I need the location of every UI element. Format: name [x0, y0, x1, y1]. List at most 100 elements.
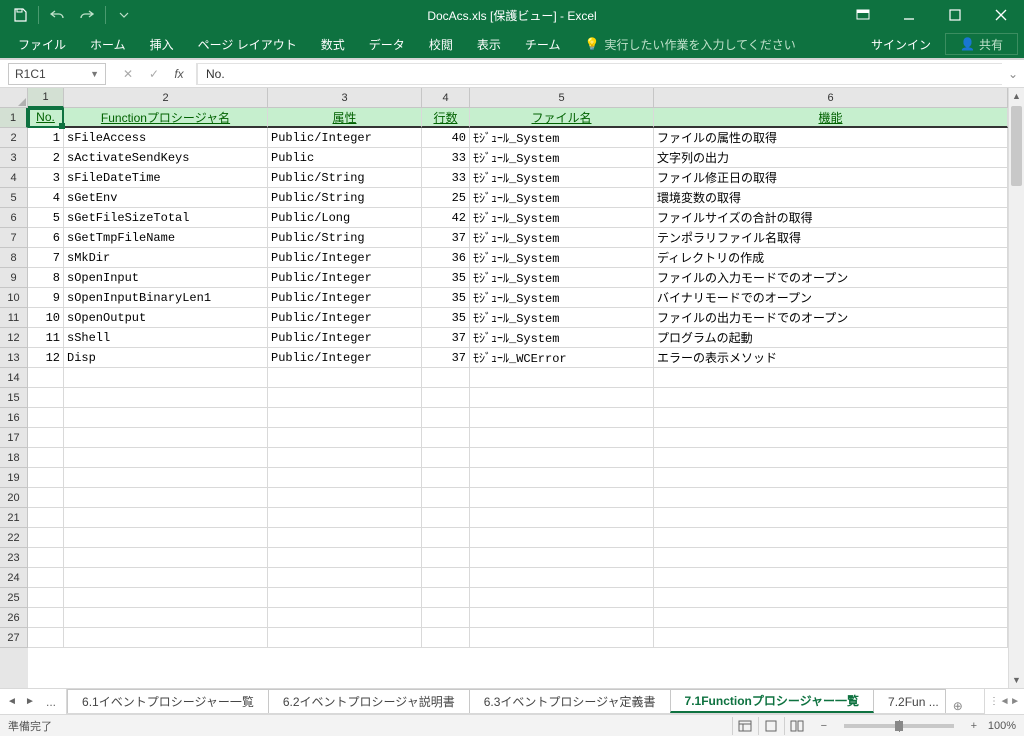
cell[interactable] [654, 488, 1008, 508]
row-header[interactable]: 10 [0, 288, 28, 308]
cell[interactable] [422, 428, 470, 448]
cell[interactable]: ファイル名 [470, 108, 654, 128]
zoom-out-button[interactable]: − [818, 720, 830, 732]
column-header[interactable]: 3 [268, 88, 422, 108]
cell[interactable] [422, 548, 470, 568]
scroll-up-icon[interactable]: ▲ [1009, 88, 1024, 104]
cell[interactable] [64, 428, 268, 448]
view-pagelayout-icon[interactable] [758, 717, 784, 735]
sheet-tab[interactable]: 6.2イベントプロシージャ説明書 [268, 689, 470, 713]
row-header[interactable]: 17 [0, 428, 28, 448]
cell[interactable] [654, 428, 1008, 448]
cell[interactable] [422, 528, 470, 548]
cell[interactable]: Public/Integer [268, 268, 422, 288]
cell[interactable] [64, 548, 268, 568]
tell-me-input[interactable]: 💡実行したい作業を入力してください [572, 30, 807, 58]
tab-formulas[interactable]: 数式 [309, 30, 357, 58]
cell[interactable] [470, 468, 654, 488]
cell[interactable]: 35 [422, 268, 470, 288]
cell[interactable]: Public/Integer [268, 328, 422, 348]
cell[interactable]: 7 [28, 248, 64, 268]
cell[interactable]: Public/Integer [268, 288, 422, 308]
cell[interactable] [470, 508, 654, 528]
cell[interactable]: 行数 [422, 108, 470, 128]
cell[interactable] [64, 528, 268, 548]
signin-link[interactable]: サインイン [857, 30, 945, 58]
cell[interactable] [470, 588, 654, 608]
cell[interactable]: ディレクトリの作成 [654, 248, 1008, 268]
view-normal-icon[interactable] [732, 717, 758, 735]
cell[interactable] [422, 588, 470, 608]
cell[interactable] [654, 608, 1008, 628]
cell[interactable] [64, 448, 268, 468]
cell[interactable] [470, 428, 654, 448]
ribbon-display-icon[interactable] [840, 0, 886, 30]
cell[interactable] [268, 448, 422, 468]
row-header[interactable]: 25 [0, 588, 28, 608]
row-header[interactable]: 7 [0, 228, 28, 248]
cell[interactable] [64, 468, 268, 488]
sheet-tab[interactable]: 7.1Functionプロシージャー一覧 [670, 689, 875, 713]
cell[interactable]: ﾓｼﾞｭｰﾙ_System [470, 128, 654, 148]
cell[interactable] [422, 408, 470, 428]
cell[interactable] [422, 488, 470, 508]
cell[interactable] [64, 488, 268, 508]
share-button[interactable]: 👤共有 [945, 33, 1018, 55]
cell[interactable]: ファイルの出力モードでのオープン [654, 308, 1008, 328]
row-header[interactable]: 27 [0, 628, 28, 648]
cell[interactable] [268, 568, 422, 588]
cell[interactable] [268, 388, 422, 408]
cell[interactable]: No. [28, 108, 64, 128]
cell[interactable]: Public/String [268, 168, 422, 188]
cell[interactable]: sMkDir [64, 248, 268, 268]
add-sheet-button[interactable]: ⊕ [945, 699, 971, 713]
scroll-thumb[interactable] [1011, 106, 1022, 186]
row-header[interactable]: 23 [0, 548, 28, 568]
cell[interactable]: Public/Long [268, 208, 422, 228]
row-header[interactable]: 22 [0, 528, 28, 548]
cell[interactable] [28, 368, 64, 388]
row-header[interactable]: 21 [0, 508, 28, 528]
cell[interactable]: 33 [422, 168, 470, 188]
cell[interactable]: sOpenInputBinaryLen1 [64, 288, 268, 308]
sheet-tab[interactable]: 7.2Fun ... [873, 689, 946, 713]
row-header[interactable]: 16 [0, 408, 28, 428]
sheet-tab[interactable]: 6.1イベントプロシージャー一覧 [67, 689, 269, 713]
cell[interactable] [268, 368, 422, 388]
column-header[interactable]: 6 [654, 88, 1008, 108]
cell[interactable]: 2 [28, 148, 64, 168]
row-header[interactable]: 26 [0, 608, 28, 628]
tab-home[interactable]: ホーム [78, 30, 138, 58]
cell[interactable] [268, 488, 422, 508]
cell[interactable]: ファイルサイズの合計の取得 [654, 208, 1008, 228]
cell[interactable] [470, 568, 654, 588]
cell[interactable] [654, 388, 1008, 408]
cell[interactable]: Public/String [268, 188, 422, 208]
cell[interactable]: ﾓｼﾞｭｰﾙ_WCError [470, 348, 654, 368]
cell[interactable]: sOpenOutput [64, 308, 268, 328]
cell[interactable] [28, 408, 64, 428]
cell[interactable] [268, 408, 422, 428]
cell[interactable]: ファイル修正日の取得 [654, 168, 1008, 188]
row-header[interactable]: 20 [0, 488, 28, 508]
cell[interactable] [268, 528, 422, 548]
sheet-nav-prev-icon[interactable]: ◄ [4, 692, 20, 712]
cell[interactable]: ﾓｼﾞｭｰﾙ_System [470, 148, 654, 168]
cell[interactable]: Public/Integer [268, 128, 422, 148]
zoom-slider[interactable] [844, 724, 954, 728]
cell[interactable]: ﾓｼﾞｭｰﾙ_System [470, 188, 654, 208]
cell[interactable]: 属性 [268, 108, 422, 128]
column-header[interactable]: 5 [470, 88, 654, 108]
cell[interactable]: 36 [422, 248, 470, 268]
cell[interactable]: 42 [422, 208, 470, 228]
cell[interactable]: 37 [422, 348, 470, 368]
cell[interactable] [64, 388, 268, 408]
cell[interactable] [422, 368, 470, 388]
cell[interactable] [28, 528, 64, 548]
cell[interactable]: 5 [28, 208, 64, 228]
cell[interactable] [64, 408, 268, 428]
cell[interactable] [422, 448, 470, 468]
row-header[interactable]: 18 [0, 448, 28, 468]
cell[interactable] [268, 588, 422, 608]
cell[interactable] [470, 408, 654, 428]
